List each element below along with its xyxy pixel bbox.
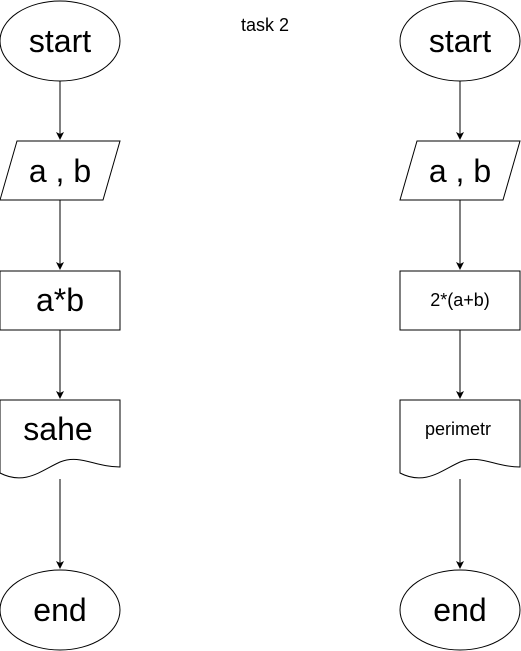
output-label-left: sahe xyxy=(23,411,92,447)
diagram-title: task 2 xyxy=(241,15,289,35)
flowchart-diagram: task 2 start a , b a*b sahe end start a … xyxy=(0,0,521,651)
end-label-left: end xyxy=(33,592,86,628)
input-label-right: a , b xyxy=(429,153,491,189)
output-label-right: perimetr xyxy=(425,419,491,439)
start-label-left: start xyxy=(29,23,91,59)
flowchart-left: start a , b a*b sahe end xyxy=(0,0,121,651)
process-label-right: 2*(a+b) xyxy=(430,290,490,310)
end-label-right: end xyxy=(433,592,486,628)
process-label-left: a*b xyxy=(36,282,84,318)
start-label-right: start xyxy=(429,23,491,59)
input-label-left: a , b xyxy=(29,153,91,189)
flowchart-right: start a , b 2*(a+b) perimetr end xyxy=(399,0,521,651)
